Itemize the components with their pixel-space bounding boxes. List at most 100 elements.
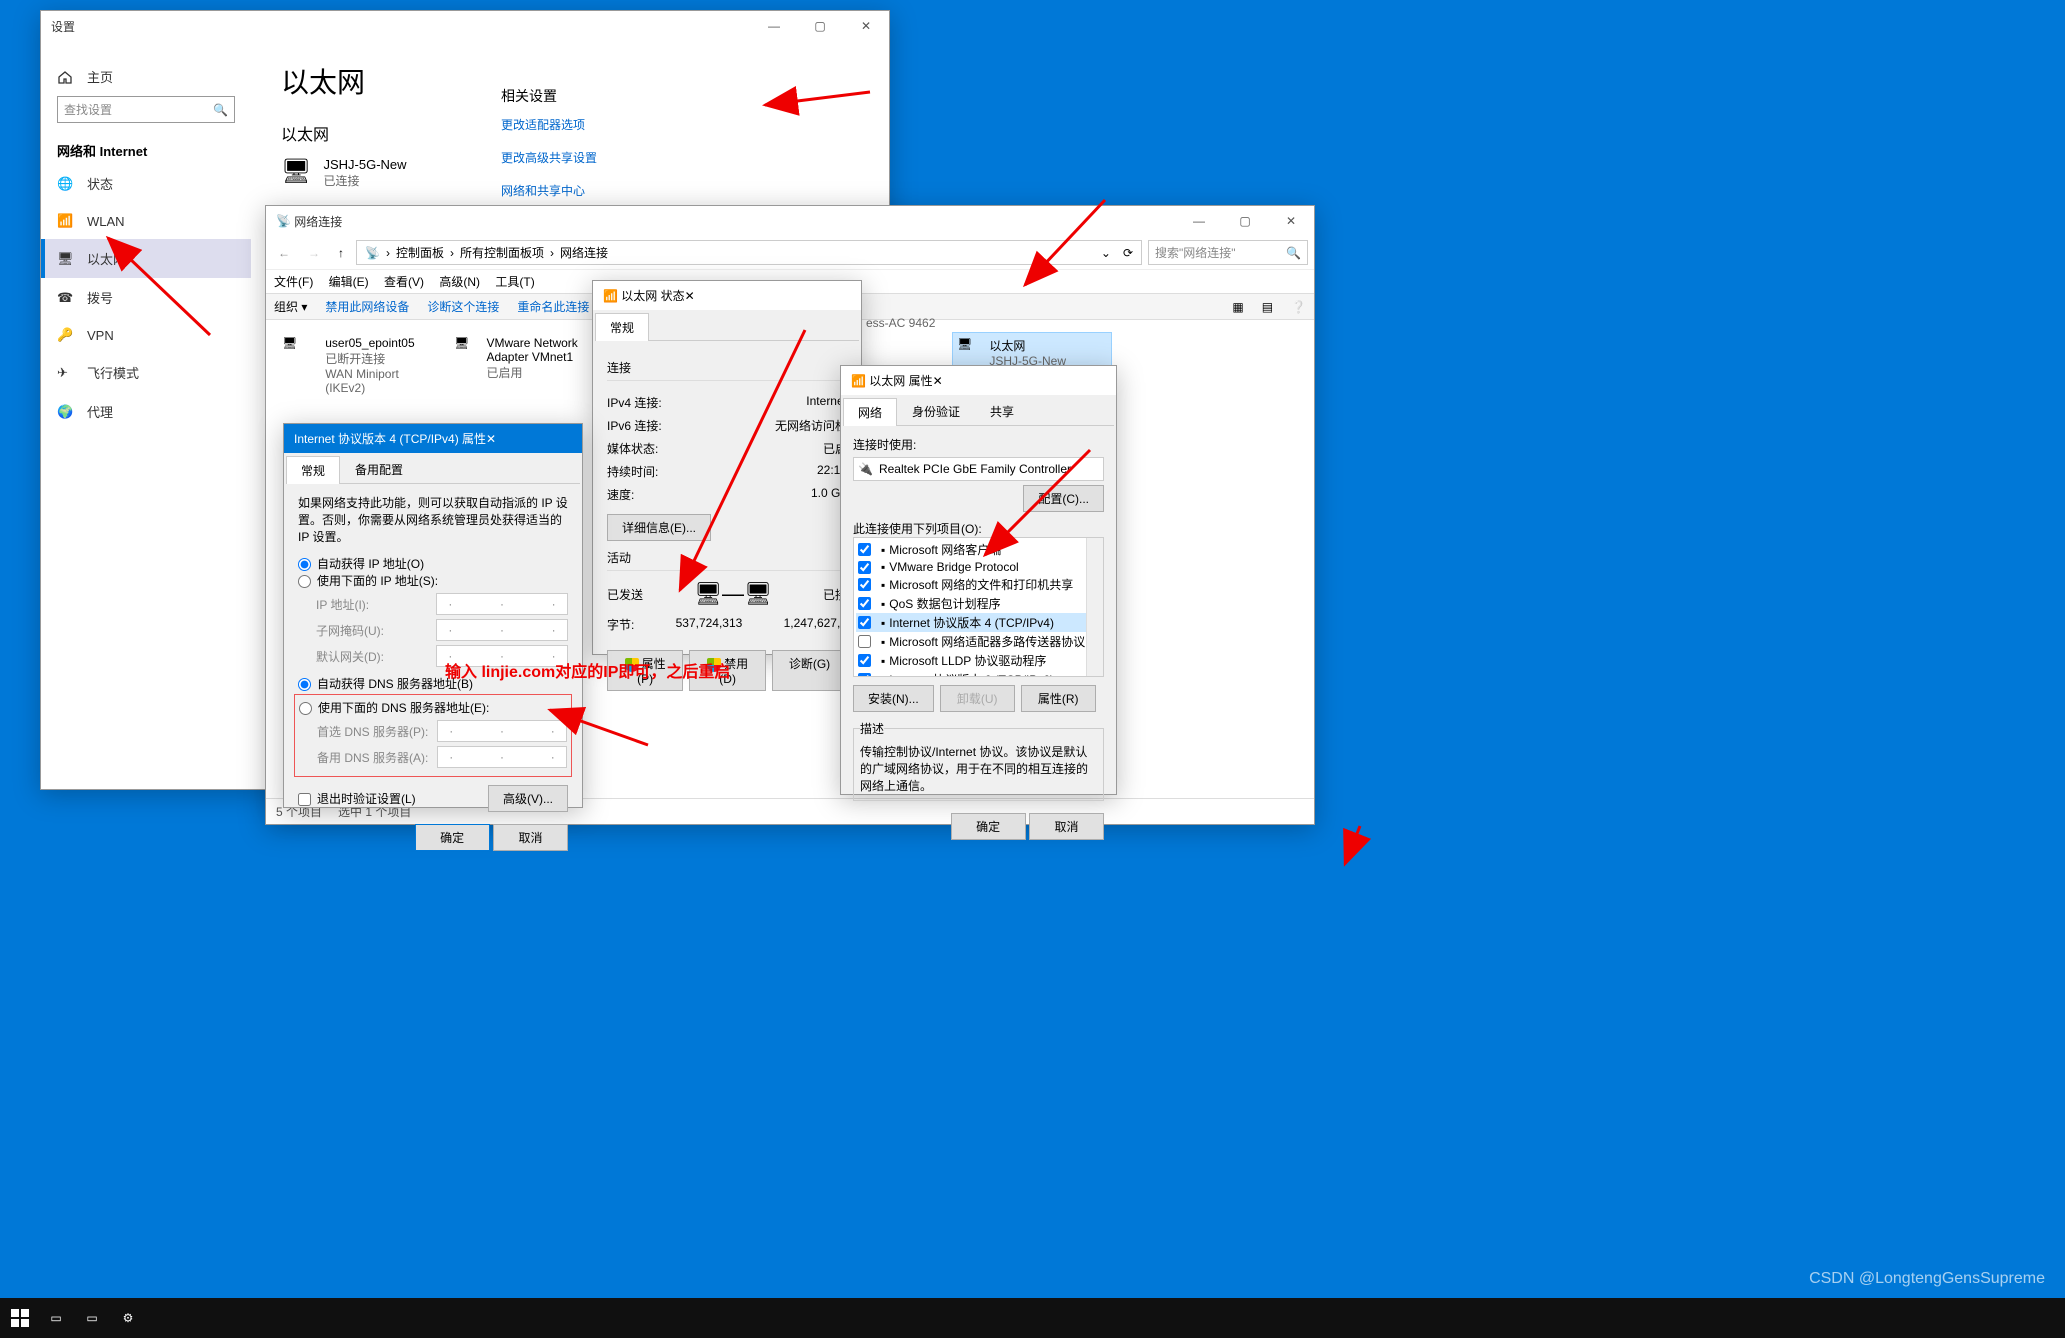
nav-proxy[interactable]: 🌍代理 (41, 392, 251, 431)
component-item[interactable]: ▪ Microsoft LLDP 协议驱动程序 (856, 651, 1101, 670)
nav-status[interactable]: 🌐状态 (41, 164, 251, 203)
items-label: 此连接使用下列项目(O): (853, 520, 1104, 537)
tab-general[interactable]: 常规 (286, 456, 340, 484)
component-checkbox[interactable] (858, 578, 871, 591)
nav-up-button[interactable]: ↑ (332, 242, 350, 264)
subnet-mask-input[interactable]: ··· (436, 619, 568, 641)
close-button[interactable]: ✕ (933, 374, 943, 388)
component-item[interactable]: ▪ Internet 协议版本 4 (TCP/IPv4) (856, 613, 1101, 632)
item-properties-button[interactable]: 属性(R) (1021, 685, 1096, 712)
tcpip-titlebar[interactable]: Internet 协议版本 4 (TCP/IPv4) 属性 ✕ (284, 424, 582, 453)
link-sharing[interactable]: 更改高级共享设置 (501, 149, 681, 166)
explorer-titlebar[interactable]: 📡 网络连接 — ▢ ✕ (266, 206, 1314, 236)
component-checkbox[interactable] (858, 597, 871, 610)
component-item[interactable]: ▪ Microsoft 网络客户端 (856, 540, 1101, 559)
nav-wlan[interactable]: 📶WLAN (41, 203, 251, 239)
component-item[interactable]: ▪ Internet 协议版本 6 (TCP/IPv6) (856, 670, 1101, 677)
minimize-button[interactable]: — (751, 11, 797, 41)
component-item[interactable]: ▪ QoS 数据包计划程序 (856, 594, 1101, 613)
explorer-title: 网络连接 (294, 213, 342, 230)
close-button[interactable]: ✕ (486, 432, 496, 446)
close-button[interactable]: ✕ (1268, 206, 1314, 236)
search-icon: 🔍 (213, 103, 228, 117)
component-checkbox[interactable] (858, 561, 871, 574)
maximize-button[interactable]: ▢ (1222, 206, 1268, 236)
component-checkbox[interactable] (858, 654, 871, 667)
view-icons-button[interactable]: ▦ (1232, 300, 1243, 314)
nav-fwd-button[interactable]: → (302, 242, 326, 264)
component-checkbox[interactable] (858, 543, 871, 556)
radio-ip-manual[interactable]: 使用下面的 IP 地址(S): (298, 574, 438, 588)
ok-button[interactable]: 确定 (415, 824, 490, 851)
status-titlebar[interactable]: 📶 以太网 状态 ✕ (593, 281, 861, 310)
description-text: 传输控制协议/Internet 协议。该协议是默认的广域网络协议，用于在不同的相… (860, 743, 1097, 794)
validate-checkbox[interactable]: 退出时验证设置(L) (298, 790, 416, 807)
annotation-text: 输入 linjie.com对应的IP即可，之后重启 (445, 658, 730, 682)
cmd-diagnose[interactable]: 诊断这个连接 (427, 298, 499, 315)
component-item[interactable]: ▪ Microsoft 网络的文件和打印机共享 (856, 575, 1101, 594)
radio-dns-manual[interactable]: 使用下面的 DNS 服务器地址(E): (299, 701, 489, 715)
adapter-item[interactable]: 🖥 user05_epoint05 已断开连接 WAN Miniport (IK… (278, 332, 438, 399)
minimize-button[interactable]: — (1176, 206, 1222, 236)
settings-gear-icon[interactable]: ⚙ (116, 1306, 140, 1330)
component-checkbox[interactable] (858, 635, 871, 648)
nav-back-button[interactable]: ← (272, 242, 296, 264)
close-button[interactable]: ✕ (843, 11, 889, 41)
tcpip-note: 如果网络支持此功能，则可以获取自动指派的 IP 设置。否则，你需要从网络系统管理… (298, 494, 568, 545)
task-icon[interactable]: ▭ (44, 1306, 68, 1330)
protocol-icon: ▪ (881, 597, 885, 611)
tab-general[interactable]: 常规 (595, 313, 649, 341)
tab-sharing[interactable]: 共享 (975, 397, 1029, 425)
vpn-icon: 🔑 (57, 327, 73, 343)
organize-menu[interactable]: 组织 ▾ (274, 298, 307, 315)
component-item[interactable]: ▪ VMware Bridge Protocol (856, 559, 1101, 575)
task-icon[interactable]: ▭ (80, 1306, 104, 1330)
cmd-rename[interactable]: 重命名此连接 (517, 298, 589, 315)
nav-airplane[interactable]: ✈飞行模式 (41, 353, 251, 392)
maximize-button[interactable]: ▢ (797, 11, 843, 41)
component-item[interactable]: ▪ Microsoft 网络适配器多路传送器协议 (856, 632, 1101, 651)
tab-alternate[interactable]: 备用配置 (340, 455, 418, 483)
configure-button[interactable]: 配置(C)... (1023, 485, 1104, 512)
ip-address-input[interactable]: ··· (436, 593, 568, 615)
uninstall-button[interactable]: 卸载(U) (940, 685, 1015, 712)
tab-auth[interactable]: 身份验证 (897, 397, 975, 425)
tab-network[interactable]: 网络 (843, 398, 897, 426)
ok-button[interactable]: 确定 (951, 813, 1026, 840)
breadcrumb[interactable]: 📡 › 控制面板 › 所有控制面板项 › 网络连接 ⌄⟳ (356, 240, 1142, 265)
nav-ethernet[interactable]: 🖥以太网 (41, 239, 251, 278)
taskbar[interactable]: ▭ ▭ ⚙ (0, 1298, 2065, 1338)
advanced-button[interactable]: 高级(V)... (488, 785, 568, 812)
dropdown-icon[interactable]: ⌄ (1101, 246, 1111, 260)
nav-vpn[interactable]: 🔑VPN (41, 317, 251, 353)
cancel-button[interactable]: 取消 (1029, 813, 1104, 840)
search-input[interactable]: 查找设置 🔍 (57, 96, 235, 123)
cancel-button[interactable]: 取消 (493, 824, 568, 851)
ethernet-icon: 🖥 (57, 251, 73, 267)
scrollbar[interactable] (1086, 538, 1103, 676)
help-icon[interactable]: ❔ (1291, 300, 1306, 314)
link-adapter-options[interactable]: 更改适配器选项 (501, 116, 681, 133)
dns2-input[interactable]: ··· (437, 746, 567, 768)
adapter-icon: 📶 (603, 289, 618, 303)
cmd-disable[interactable]: 禁用此网络设备 (325, 298, 409, 315)
start-button[interactable] (8, 1306, 32, 1330)
refresh-icon[interactable]: ⟳ (1123, 246, 1133, 260)
view-details-button[interactable]: ▤ (1262, 300, 1273, 314)
home-nav[interactable]: 主页 (41, 57, 251, 96)
install-button[interactable]: 安装(N)... (853, 685, 934, 712)
settings-titlebar[interactable]: 设置 — ▢ ✕ (41, 11, 889, 41)
dns1-input[interactable]: ··· (437, 720, 567, 742)
close-button[interactable]: ✕ (685, 289, 695, 303)
props-titlebar[interactable]: 📶 以太网 属性 ✕ (841, 366, 1116, 395)
components-listbox[interactable]: ▪ Microsoft 网络客户端▪ VMware Bridge Protoco… (853, 537, 1104, 677)
adapter-item[interactable]: 🖥 VMware Network Adapter VMnet1 已启用 (450, 332, 610, 385)
explorer-search[interactable]: 搜索"网络连接" 🔍 (1148, 240, 1308, 265)
component-checkbox[interactable] (858, 616, 871, 629)
details-button[interactable]: 详细信息(E)... (607, 514, 711, 541)
nav-dialup[interactable]: ☎拨号 (41, 278, 251, 317)
radio-ip-auto[interactable]: 自动获得 IP 地址(O) (298, 557, 424, 571)
diagnose-button[interactable]: 诊断(G) (772, 650, 847, 691)
link-network-center[interactable]: 网络和共享中心 (501, 182, 681, 199)
component-checkbox[interactable] (858, 673, 871, 677)
